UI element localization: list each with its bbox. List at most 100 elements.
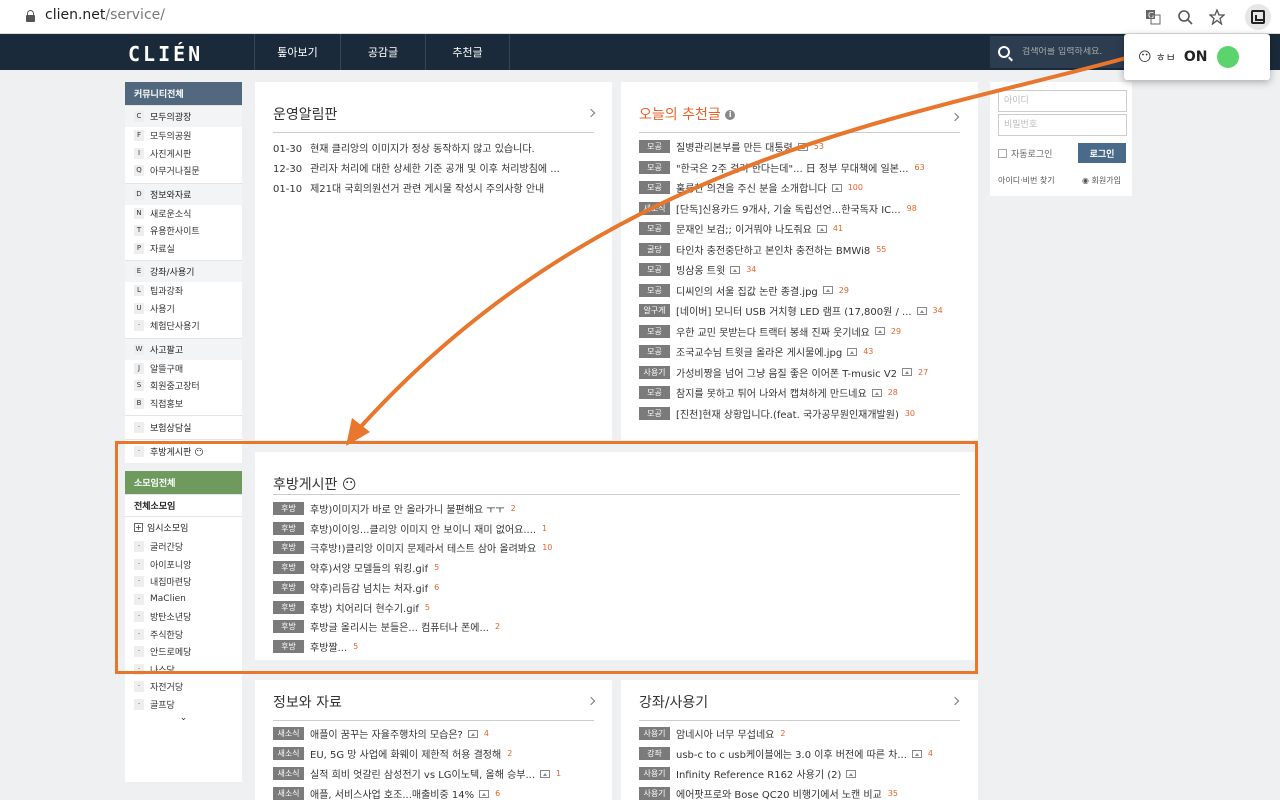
category-badge[interactable]: 사용기 bbox=[639, 787, 670, 800]
translate-icon[interactable]: G bbox=[1144, 8, 1162, 26]
nav-browse[interactable]: 톺아보기 bbox=[254, 34, 340, 70]
category-badge[interactable]: 새소식 bbox=[273, 787, 304, 800]
category-badge[interactable]: 새소식 bbox=[273, 727, 304, 740]
category-badge[interactable]: 모공 bbox=[639, 160, 670, 174]
category-badge[interactable]: 모공 bbox=[639, 324, 670, 338]
back-board-title[interactable]: 후방게시판 😶 bbox=[273, 474, 356, 494]
category-badge[interactable]: 강좌 bbox=[639, 747, 670, 760]
post-row[interactable]: 알구게 [네이버] 모니터 USB 거치형 LED 램프 (17,800원 / .… bbox=[639, 303, 943, 318]
category-badge[interactable]: 후방 bbox=[273, 639, 304, 653]
sidebar-item[interactable]: L 팁과강좌 bbox=[125, 282, 242, 300]
post-row[interactable]: 새소식 EU, 5G 망 사업에 화웨이 제한적 허용 결정해 2 bbox=[273, 746, 512, 761]
post-row[interactable]: 모공 "한국은 2주 걸려 한다는데"... 日 정부 무대책에 일본... 63 bbox=[639, 160, 925, 175]
chevron-right-icon[interactable] bbox=[950, 112, 960, 122]
category-badge[interactable]: 사용기 bbox=[639, 365, 670, 379]
sidebar-item[interactable]: F 모두의공원 bbox=[125, 127, 242, 145]
post-row[interactable]: 사용기 Infinity Reference R162 사용기 (2) bbox=[639, 766, 857, 781]
post-row[interactable]: 후방 후방)이미지가 바로 안 올라가니 불편해요 ㅜㅜ 2 bbox=[273, 501, 516, 516]
post-row[interactable]: 후방 후방)이이잉...클리앙 이미지 안 보이니 재미 없어요.... 1 bbox=[273, 521, 547, 536]
category-badge[interactable]: 사용기 bbox=[639, 767, 670, 780]
sidebar-somoim-item[interactable]: · MaClien bbox=[125, 591, 242, 609]
post-row[interactable]: 모공 디씨인의 서울 집값 논란 종결.jpg 29 bbox=[639, 283, 849, 298]
sidebar-community-header[interactable]: 커뮤니티전체 bbox=[125, 82, 242, 105]
post-row[interactable]: 후방 후방짤... 5 bbox=[273, 639, 358, 654]
nav-recommend[interactable]: 추천글 bbox=[425, 34, 510, 70]
find-account-link[interactable]: 아이디·비번 찾기 bbox=[998, 175, 1055, 186]
password-input[interactable] bbox=[998, 114, 1127, 136]
nav-empathy[interactable]: 공감글 bbox=[340, 34, 425, 70]
category-badge[interactable]: 새소식 bbox=[273, 747, 304, 760]
post-row[interactable]: 모공 조국교수님 트윗글 올라온 게시물에.jpg 43 bbox=[639, 344, 873, 359]
category-badge[interactable]: 새소식 bbox=[273, 767, 304, 780]
post-row[interactable]: 모공 [진천]현재 상황입니다.(feat. 국가공무원인재개발원) 30 bbox=[639, 406, 915, 421]
sidebar-somoim-item[interactable]: · 골프당 bbox=[125, 696, 242, 714]
bookmark-star-icon[interactable] bbox=[1208, 8, 1226, 26]
post-row[interactable]: 후방 약후)리듬감 넘치는 처자.gif 6 bbox=[273, 580, 439, 595]
post-row[interactable]: 후방 약후)서양 모델들의 워킹.gif 5 bbox=[273, 560, 439, 575]
post-row[interactable]: 후방 후방글 올리시는 분들은... 컴퓨터나 폰에... 2 bbox=[273, 619, 500, 634]
post-row[interactable]: 사용기 에어팟프로와 Bose QC20 비행기에서 노캔 비교 35 bbox=[639, 786, 898, 800]
notice-row[interactable]: 12-30 관리자 처리에 대한 상세한 기준 공개 및 이후 처리방침에 ... bbox=[273, 160, 591, 175]
category-badge[interactable]: 굴당 bbox=[639, 242, 670, 256]
sidebar-item[interactable]: · 보험상담실 bbox=[125, 415, 242, 439]
sidebar-somoim-item[interactable]: · 아이포니앙 bbox=[125, 556, 242, 574]
sidebar-group[interactable]: D 정보와자료 bbox=[125, 182, 242, 205]
sidebar-somoim-all[interactable]: 전체소모임 bbox=[125, 494, 242, 516]
category-badge[interactable]: 후방 bbox=[273, 561, 304, 575]
address-bar[interactable]: clien.net/service/ bbox=[45, 7, 165, 23]
post-row[interactable]: 모공 훌륭한 의견을 주신 분을 소개합니다 100 bbox=[639, 180, 863, 195]
sidebar-item[interactable]: U 사용기 bbox=[125, 300, 242, 318]
post-row[interactable]: 굴당 타인차 충전중단하고 본인차 충전하는 BMWi8 55 bbox=[639, 242, 886, 257]
sidebar-group[interactable]: E 강좌/사용기 bbox=[125, 260, 242, 282]
post-row[interactable]: 모공 질병관리본부를 만든 대통령 53 bbox=[639, 139, 824, 154]
login-button[interactable]: 로그인 bbox=[1078, 143, 1126, 163]
search-icon[interactable] bbox=[998, 46, 1010, 58]
post-row[interactable]: 모공 문재인 보검;; 이거뭐야 나도줘요 41 bbox=[639, 221, 843, 236]
notice-title[interactable]: 운영알림판 bbox=[273, 104, 337, 124]
sidebar-somoim-item[interactable]: · 굴러간당 bbox=[125, 538, 242, 556]
sidebar-somoim-header[interactable]: 소모임전체 bbox=[125, 471, 242, 494]
category-badge[interactable]: 모공 bbox=[639, 283, 670, 297]
post-row[interactable]: 후방 후방) 치어리더 현수기.gif 5 bbox=[273, 600, 430, 615]
post-row[interactable]: 사용기 암네시아 너무 무섭네요 2 bbox=[639, 726, 785, 741]
extension-toggle[interactable] bbox=[1217, 46, 1240, 68]
zoom-icon[interactable] bbox=[1176, 8, 1194, 26]
sidebar-somoim-item[interactable]: · 나스당 bbox=[125, 661, 242, 679]
post-row[interactable]: 후방 극후방!)클리앙 이미지 문제라서 테스트 삼아 올려봐요 10 bbox=[273, 540, 552, 555]
chevron-right-icon[interactable] bbox=[586, 108, 596, 118]
sidebar-somoim-item[interactable]: · 주식한당 bbox=[125, 626, 242, 644]
category-badge[interactable]: 후방 bbox=[273, 600, 304, 614]
post-row[interactable]: 모공 우한 교민 못받는다 트랙터 봉쇄 진짜 웃기네요 29 bbox=[639, 324, 901, 339]
site-logo[interactable]: CLIÉN bbox=[128, 42, 203, 66]
post-row[interactable]: 새소식 애플, 서비스사업 호조...매출비중 14% 6 bbox=[273, 786, 500, 800]
sidebar-item[interactable]: · 후방게시판 😶 bbox=[125, 439, 242, 463]
sidebar-item[interactable]: J 알뜰구매 bbox=[125, 360, 242, 378]
sidebar-item[interactable]: Q 아무거나질문 bbox=[125, 162, 242, 180]
post-row[interactable]: 모공 빙삼옹 트윗 34 bbox=[639, 262, 756, 277]
category-badge[interactable]: 모공 bbox=[639, 140, 670, 153]
notice-row[interactable]: 01-10 제21대 국회의원선거 관련 게시물 작성시 주의사항 안내 bbox=[273, 180, 591, 195]
sidebar-somoim-item[interactable]: · 방탄소년당 bbox=[125, 608, 242, 626]
post-row[interactable]: 모공 참지를 못하고 튀어 나와서 캡쳐하게 만드네요 28 bbox=[639, 385, 898, 400]
sidebar-item[interactable]: N 새로운소식 bbox=[125, 205, 242, 223]
chevron-right-icon[interactable] bbox=[950, 696, 960, 706]
chevron-right-icon[interactable] bbox=[586, 696, 596, 706]
sidebar-group[interactable]: W 사고팔고 bbox=[125, 337, 242, 360]
join-link[interactable]: ◉ 회원가입 bbox=[1082, 175, 1121, 186]
sidebar-item[interactable]: B 직접홍보 bbox=[125, 395, 242, 413]
sidebar-somoim-item[interactable]: · 내집마련당 bbox=[125, 573, 242, 591]
sidebar-somoim-item[interactable]: · 자전거당 bbox=[125, 678, 242, 696]
post-row[interactable]: 강좌 usb-c to c usb케이블에는 3.0 이후 버전에 따른 차...… bbox=[639, 746, 933, 761]
category-badge[interactable]: 모공 bbox=[639, 345, 670, 358]
notice-row[interactable]: 01-30 현재 클리앙의 이미지가 정상 동작하지 않고 있습니다. bbox=[273, 140, 591, 155]
sidebar-item[interactable]: · 체험단사용기 bbox=[125, 317, 242, 335]
sidebar-item[interactable]: P 자료실 bbox=[125, 240, 242, 258]
sidebar-somoim-temp[interactable]: + 임시소모임 bbox=[125, 516, 242, 538]
post-row[interactable]: 새소식 실적 희비 엇갈린 삼성전기 vs LG이노텍, 올해 승부... 1 bbox=[273, 766, 561, 781]
category-badge[interactable]: 사용기 bbox=[639, 727, 670, 740]
post-row[interactable]: 새소식 [단독]신용카드 9개사, 기술 독립선언...한국독자 IC... 98 bbox=[639, 201, 917, 216]
chevron-down-icon[interactable]: ⌄ bbox=[125, 713, 242, 727]
sidebar-item[interactable]: T 유용한사이트 bbox=[125, 222, 242, 240]
id-input[interactable] bbox=[998, 90, 1127, 112]
auto-login-checkbox[interactable] bbox=[998, 149, 1007, 158]
